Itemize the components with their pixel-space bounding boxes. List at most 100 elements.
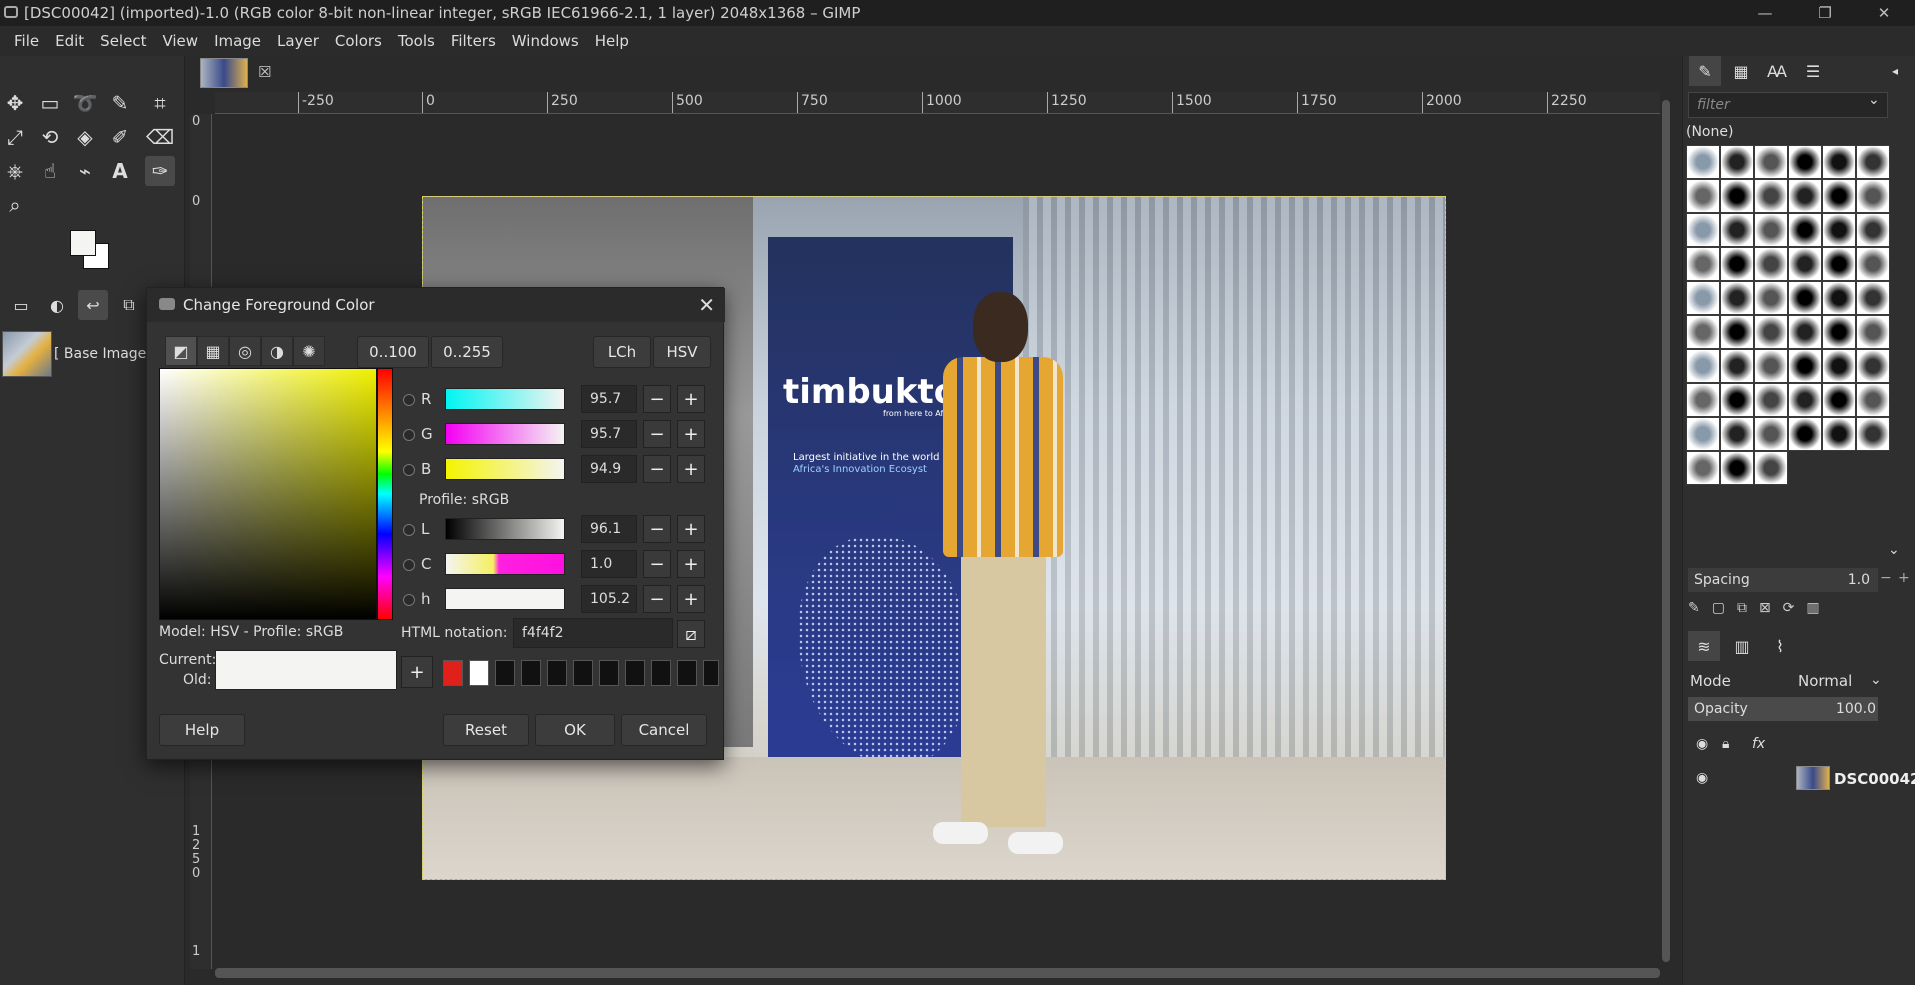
g-channel-slider[interactable]: [445, 423, 565, 445]
fuzzy-select-tool-icon[interactable]: ✎: [105, 88, 135, 118]
menu-file[interactable]: File: [6, 32, 47, 50]
color-picker-tool-icon[interactable]: ✑: [145, 156, 175, 186]
brush-preset[interactable]: [1822, 247, 1856, 281]
brush-preset[interactable]: [1720, 383, 1754, 417]
g-plus-button[interactable]: +: [677, 420, 705, 448]
lch-button[interactable]: LCh: [593, 336, 651, 368]
maximize-button[interactable]: ❐: [1803, 0, 1847, 26]
brush-grid[interactable]: [1686, 145, 1890, 485]
brush-preset[interactable]: [1686, 315, 1720, 349]
brush-preset[interactable]: [1856, 417, 1890, 451]
brush-preset[interactable]: [1856, 145, 1890, 179]
brush-preset[interactable]: [1788, 281, 1822, 315]
brush-preset[interactable]: [1754, 417, 1788, 451]
brush-preset[interactable]: [1720, 247, 1754, 281]
brush-preset[interactable]: [1788, 213, 1822, 247]
warp-tool-icon[interactable]: ⟲: [35, 122, 65, 152]
brush-preset[interactable]: [1822, 315, 1856, 349]
history-swatch[interactable]: [703, 660, 719, 686]
brush-preset[interactable]: [1686, 213, 1720, 247]
hue-strip[interactable]: [377, 368, 393, 620]
image-tab-thumbnail[interactable]: [200, 58, 248, 88]
brush-preset[interactable]: [1754, 315, 1788, 349]
horizontal-scrollbar[interactable]: [215, 968, 1660, 978]
hsv-button[interactable]: HSV: [653, 336, 711, 368]
brush-preset[interactable]: [1754, 349, 1788, 383]
brush-preset[interactable]: [1720, 179, 1754, 213]
layers-tab-icon[interactable]: ≋: [1688, 631, 1720, 661]
brush-preset[interactable]: [1686, 417, 1720, 451]
brush-preset[interactable]: [1788, 315, 1822, 349]
zoom-tool-icon[interactable]: ⌕: [0, 190, 30, 220]
brush-preset[interactable]: [1822, 349, 1856, 383]
undo-history-tab-icon[interactable]: ↩: [78, 290, 108, 320]
menu-edit[interactable]: Edit: [47, 32, 92, 50]
foreground-color-swatch[interactable]: [70, 230, 96, 256]
help-button[interactable]: Help: [159, 714, 245, 746]
move-tool-icon[interactable]: ✥: [0, 88, 30, 118]
menu-select[interactable]: Select: [92, 32, 154, 50]
brush-preset[interactable]: [1720, 145, 1754, 179]
history-swatch[interactable]: [573, 660, 593, 686]
history-swatch[interactable]: [469, 660, 489, 686]
b-plus-button[interactable]: +: [677, 455, 705, 483]
patterns-tab-icon[interactable]: ▦: [1725, 56, 1757, 86]
eraser-tool-icon[interactable]: ⌫: [145, 122, 175, 152]
r-plus-button[interactable]: +: [677, 385, 705, 413]
html-notation-input[interactable]: f4f4f2: [513, 618, 673, 648]
brush-preset[interactable]: [1754, 383, 1788, 417]
brush-preset[interactable]: [1856, 247, 1890, 281]
range-0-100-button[interactable]: 0..100: [357, 336, 429, 368]
lasso-tool-icon[interactable]: ➰: [70, 88, 100, 118]
h-plus-button[interactable]: +: [677, 585, 705, 613]
brush-preset[interactable]: [1856, 281, 1890, 315]
chevron-down-icon[interactable]: ⌄: [1870, 672, 1882, 688]
l-channel-value[interactable]: 96.1: [581, 515, 637, 543]
b-channel-value[interactable]: 94.9: [581, 455, 637, 483]
brush-preset[interactable]: [1822, 213, 1856, 247]
brush-preset[interactable]: [1822, 145, 1856, 179]
menu-colors[interactable]: Colors: [327, 32, 390, 50]
brush-preset[interactable]: [1788, 349, 1822, 383]
eye-icon[interactable]: ◉: [1696, 736, 1708, 752]
add-to-history-button[interactable]: +: [401, 656, 433, 688]
brush-preset[interactable]: [1686, 451, 1720, 485]
r-channel-slider[interactable]: [445, 388, 565, 410]
brush-preset[interactable]: [1856, 383, 1890, 417]
close-image-tab-icon[interactable]: ☒: [258, 63, 271, 81]
gimp-selector-tab-icon[interactable]: ◩: [165, 336, 197, 366]
dialog-close-button[interactable]: ✕: [698, 288, 715, 322]
dock-menu-icon[interactable]: ◂: [1879, 56, 1911, 86]
brush-preset[interactable]: [1754, 213, 1788, 247]
menu-view[interactable]: View: [154, 32, 206, 50]
history-swatch[interactable]: [677, 660, 697, 686]
r-channel-radio[interactable]: [403, 394, 415, 406]
range-0-255-button[interactable]: 0..255: [431, 336, 503, 368]
spacing-slider[interactable]: Spacing 1.0: [1688, 568, 1878, 592]
brush-preset[interactable]: [1822, 281, 1856, 315]
ok-button[interactable]: OK: [535, 714, 615, 746]
color-picker-button-icon[interactable]: ⧄: [677, 620, 705, 648]
brush-preset[interactable]: [1822, 383, 1856, 417]
cmyk-selector-tab-icon[interactable]: ▦: [197, 336, 229, 366]
brush-preset[interactable]: [1754, 247, 1788, 281]
brush-preset[interactable]: [1788, 417, 1822, 451]
text-tool-icon[interactable]: A: [105, 156, 135, 186]
saturation-value-square[interactable]: [159, 368, 377, 620]
brush-preset[interactable]: [1720, 451, 1754, 485]
b-channel-slider[interactable]: [445, 458, 565, 480]
menu-tools[interactable]: Tools: [390, 32, 443, 50]
brush-preset[interactable]: [1686, 383, 1720, 417]
rect-select-tool-icon[interactable]: ▭: [35, 88, 65, 118]
brush-preset[interactable]: [1822, 179, 1856, 213]
brush-filter-input[interactable]: filter: [1688, 92, 1888, 118]
vertical-scrollbar[interactable]: [1662, 100, 1670, 962]
g-channel-radio[interactable]: [403, 429, 415, 441]
brush-preset[interactable]: [1720, 315, 1754, 349]
brush-preset[interactable]: [1720, 281, 1754, 315]
brush-preset[interactable]: [1856, 179, 1890, 213]
r-minus-button[interactable]: −: [643, 385, 671, 413]
lock-icon[interactable]: 🔒︎: [1722, 736, 1729, 752]
c-channel-radio[interactable]: [403, 559, 415, 571]
reset-button[interactable]: Reset: [443, 714, 529, 746]
